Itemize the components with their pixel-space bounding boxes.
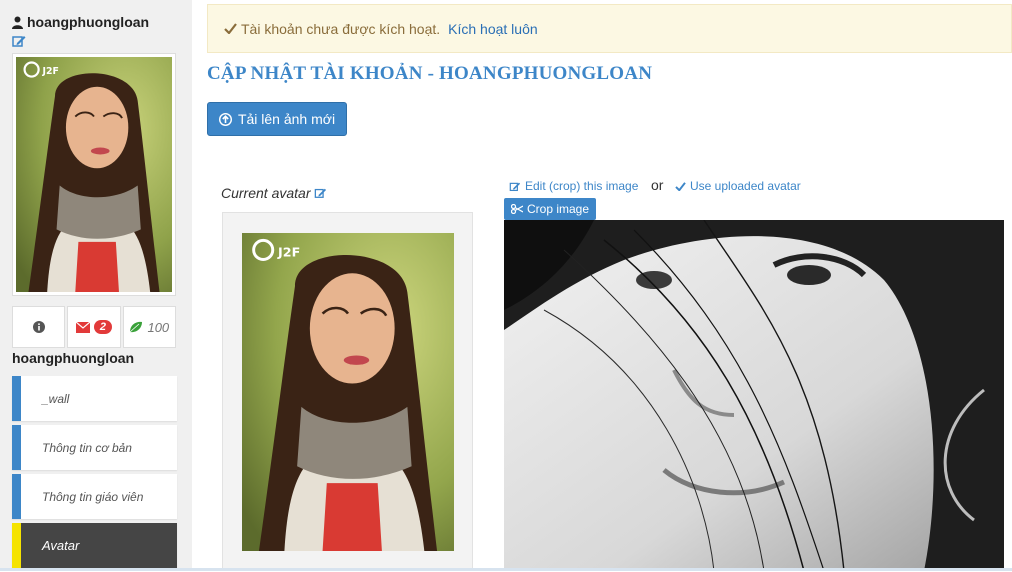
use-uploaded-avatar-link[interactable]: Use uploaded avatar — [675, 179, 801, 193]
info-icon — [32, 321, 45, 333]
current-avatar-text: Current avatar — [221, 185, 311, 201]
sidebar-display-name: hoangphuongloan — [12, 350, 135, 366]
current-avatar-photo: J2F — [242, 233, 454, 551]
menu-item-avatar[interactable]: Avatar — [12, 523, 177, 568]
stats-bar: 2 100 — [12, 306, 176, 348]
uploaded-image-crop-area[interactable] — [504, 220, 1004, 571]
leaf-icon — [130, 321, 143, 333]
current-avatar-panel: J2F — [222, 212, 473, 571]
avatar-photo: J2F — [16, 57, 172, 292]
menu-item-wall[interactable]: _wall — [12, 376, 177, 421]
menu-item-label: _wall — [42, 391, 70, 406]
upload-button-label: Tải lên ảnh mới — [237, 111, 336, 127]
scissors-icon — [510, 204, 523, 214]
page-title: CẬP NHẬT TÀI KHOẢN - HOANGPHUONGLOAN — [207, 63, 653, 84]
envelope-icon — [75, 321, 90, 333]
edit-icon — [509, 182, 521, 191]
sidebar-username[interactable]: hoangphuongloan — [12, 14, 149, 30]
edit-crop-link[interactable]: Edit (crop) this image — [509, 179, 638, 193]
crop-button-label: Crop image — [526, 202, 590, 216]
menu-item-label: Thông tin giáo viên — [42, 489, 144, 504]
svg-text:J2F: J2F — [277, 244, 300, 259]
menu-item-teacher-info[interactable]: Thông tin giáo viên — [12, 474, 177, 519]
menu-item-basic-info[interactable]: Thông tin cơ bản — [12, 425, 177, 470]
svg-text:J2F: J2F — [42, 66, 59, 77]
edit-crop-text: Edit (crop) this image — [525, 179, 639, 193]
current-avatar-label: Current avatar — [221, 185, 327, 201]
sidebar-avatar: J2F — [12, 53, 176, 296]
check-icon — [224, 23, 237, 34]
sidebar: hoangphuongloan J2F 2 100 hoangphuongloa… — [0, 0, 192, 571]
points-value: 100 — [147, 319, 170, 335]
menu-item-label: Avatar — [42, 538, 80, 553]
activate-now-link[interactable]: Kích hoạt luôn — [448, 21, 538, 37]
use-uploaded-text: Use uploaded avatar — [690, 179, 801, 193]
or-separator: or — [651, 177, 664, 193]
menu-item-label: Thông tin cơ bản — [42, 440, 132, 455]
info-stat[interactable] — [12, 306, 66, 348]
messages-stat[interactable]: 2 — [67, 306, 121, 348]
activation-alert: Tài khoản chưa được kích hoạt. Kích hoạt… — [207, 4, 1012, 53]
points-stat[interactable]: 100 — [122, 306, 176, 348]
messages-badge: 2 — [93, 320, 113, 334]
alert-text: Tài khoản chưa được kích hoạt. — [241, 20, 441, 37]
edit-icon[interactable] — [314, 187, 327, 199]
edit-profile-icon[interactable] — [12, 34, 26, 48]
crop-image-button[interactable]: Crop image — [504, 198, 596, 220]
upload-new-image-button[interactable]: Tải lên ảnh mới — [207, 102, 347, 136]
sidebar-menu: _wall Thông tin cơ bản Thông tin giáo vi… — [12, 376, 177, 572]
username-text: hoangphuongloan — [27, 14, 150, 30]
check-icon — [675, 181, 686, 191]
upload-icon — [218, 112, 232, 126]
user-icon — [12, 16, 23, 29]
